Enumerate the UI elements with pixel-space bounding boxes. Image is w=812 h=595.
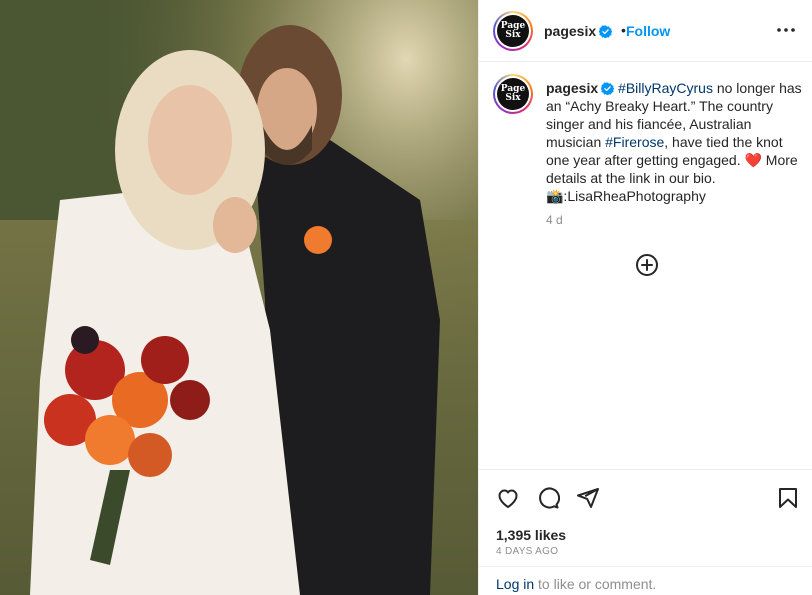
likes-count[interactable]: 1,395 likes [496,527,566,543]
verified-badge-icon [601,82,615,95]
hashtag-billyraycyrus[interactable]: #BillyRayCyrus [618,80,713,96]
avatar[interactable]: Page Six [493,11,533,51]
caption-username[interactable]: pagesix [546,80,598,96]
heart-icon[interactable] [496,486,520,510]
verified-badge-icon [599,25,613,38]
caption-avatar[interactable]: Page Six [493,74,533,114]
post-photo[interactable] [0,0,478,595]
post-header: Page Six pagesix • Follow [479,0,812,62]
login-text: to like or comment. [534,576,657,592]
plus-circle-icon[interactable] [635,253,659,277]
header-username[interactable]: pagesix [544,23,613,39]
bookmark-icon[interactable] [776,486,800,510]
hashtag-firerose[interactable]: #Firerose [605,134,664,150]
post-date: 4 DAYS AGO [496,546,559,557]
post-details-panel: Page Six pagesix • Follow Page Six pages… [478,0,812,595]
comment-icon[interactable] [536,486,560,510]
follow-button[interactable]: Follow [626,23,670,39]
post-actions: 1,395 likes 4 DAYS AGO Log in to like or… [479,469,812,595]
caption-time: 4 d [546,213,563,227]
more-horizontal-icon[interactable] [777,28,795,32]
share-icon[interactable] [576,486,600,510]
post-caption: pagesix #BillyRayCyrus no longer has an … [546,79,806,205]
avatar-text-bottom: Six [505,30,521,40]
login-bar: Log in to like or comment. [479,566,812,595]
wedding-photo-illustration [0,0,478,595]
login-link[interactable]: Log in [496,576,534,592]
username-text: pagesix [544,23,597,39]
login-prompt: Log in to like or comment. [496,576,656,592]
caption-avatar-text-bottom: Six [505,93,521,103]
